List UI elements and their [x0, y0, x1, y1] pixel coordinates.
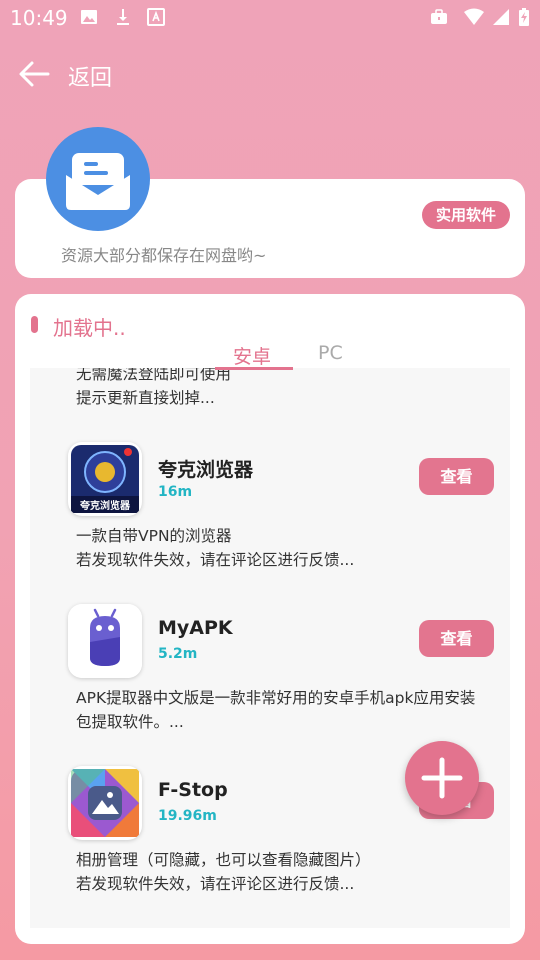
software-list-card: 加载中.. 安卓 PC 无需魔法登陆即可使用 提示更新直接划掉... 夸克浏览器… — [15, 294, 525, 944]
app-size: 5.2m — [158, 646, 198, 662]
back-button[interactable]: 返回 — [68, 60, 112, 92]
add-fab-button[interactable] — [405, 741, 479, 815]
software-list[interactable]: 无需魔法登陆即可使用 提示更新直接划掉... 夸克浏览器 夸克浏览器 16m 查… — [30, 368, 510, 928]
wifi-icon — [464, 8, 484, 25]
gallery-icon — [71, 769, 139, 837]
tab-android[interactable]: 安卓 — [233, 342, 271, 369]
loading-indicator — [31, 316, 38, 333]
loading-text: 加载中.. — [53, 316, 126, 340]
category-avatar — [46, 127, 150, 231]
plus-icon — [421, 757, 463, 799]
app-name: MyAPK — [158, 617, 233, 639]
active-tab-indicator — [215, 367, 293, 370]
platform-tabs: 安卓 PC — [215, 340, 375, 370]
fstop-app-icon[interactable] — [68, 766, 142, 840]
app-size: 16m — [158, 484, 193, 500]
back-arrow-icon[interactable] — [16, 58, 52, 90]
image-icon — [81, 10, 97, 24]
download-icon — [117, 9, 129, 25]
android-robot-icon — [68, 604, 142, 678]
myapk-app-icon[interactable] — [68, 604, 142, 678]
tab-pc[interactable]: PC — [318, 342, 343, 364]
status-time: 10:49 — [10, 6, 68, 30]
list-item-description: 相册管理（可隐藏，也可以查看隐藏图片） 若发现软件失效，请在评论区进行反馈... — [76, 851, 371, 893]
signal-icon — [493, 9, 509, 25]
battery-icon — [519, 8, 529, 26]
app-name: F-Stop — [158, 779, 228, 801]
notice-text: 资源大部分都保存在网盘哟~ — [61, 246, 267, 265]
list-item-description: APK提取器中文版是一款非常好用的安卓手机apk应用安装 包提取软件。... — [76, 689, 476, 731]
app-size: 19.96m — [158, 808, 217, 824]
category-tag: 实用软件 — [421, 201, 510, 229]
app-name: 夸克浏览器 — [158, 459, 254, 481]
quark-browser-app-icon[interactable]: 夸克浏览器 — [68, 442, 142, 516]
work-profile-icon — [431, 9, 447, 24]
list-item-description: 无需魔法登陆即可使用 提示更新直接划掉... — [76, 368, 232, 407]
view-button[interactable]: 查看 — [419, 458, 494, 495]
status-bar: 10:49 — [0, 0, 540, 36]
app-bar: 返回 — [0, 50, 540, 100]
message-icon — [66, 153, 130, 210]
translate-icon — [147, 8, 165, 26]
view-button[interactable]: 查看 — [419, 620, 494, 657]
list-item-description: 一款自带VPN的浏览器 若发现软件失效，请在评论区进行反馈... — [76, 527, 355, 569]
